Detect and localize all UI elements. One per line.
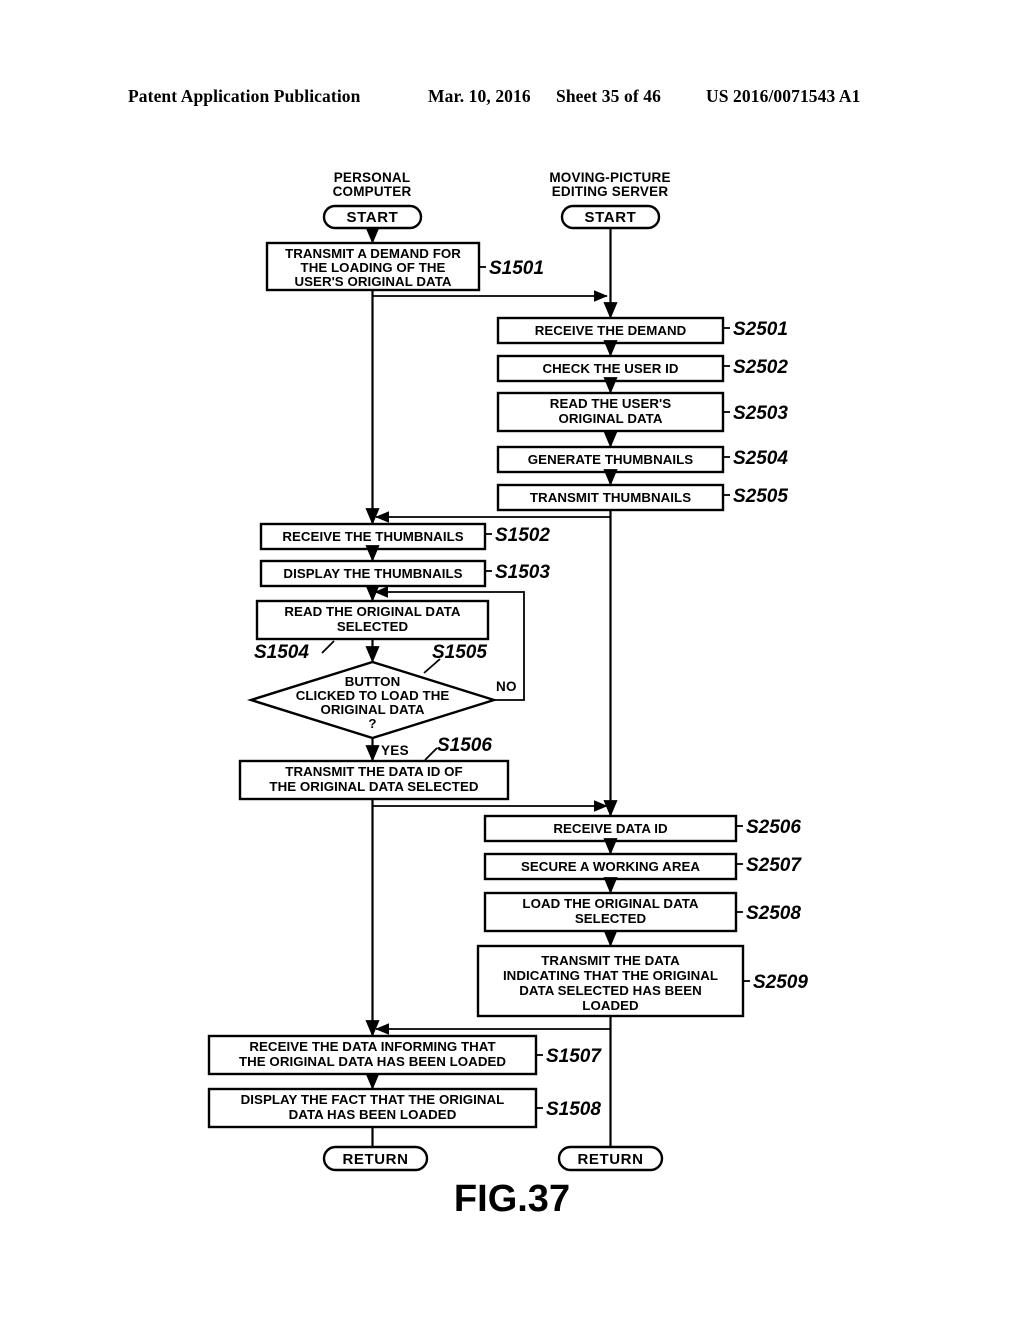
s1504-step-id: S1504: [254, 642, 309, 663]
server-lane-title-line1: MOVING-PICTURE: [549, 170, 670, 185]
s1503-line-1: DISPLAY THE THUMBNAILS: [283, 566, 462, 581]
s2506-step-id: S2506: [746, 817, 801, 838]
lane-title-personal-computer: PERSONAL COMPUTER: [333, 170, 412, 199]
pc-lane-title-line1: PERSONAL: [334, 170, 411, 185]
s1504-line-2: SELECTED: [337, 619, 409, 634]
s1508-line-2: DATA HAS BEEN LOADED: [289, 1107, 457, 1122]
server-step-s2507: SECURE A WORKING AREA S2507: [483, 852, 802, 881]
server-lane-title-line2: EDITING SERVER: [552, 184, 669, 199]
s2502-line-1: CHECK THE USER ID: [542, 361, 678, 376]
s1504-leader: [321, 640, 335, 654]
server-step-s2505: TRANSMIT THUMBNAILS S2505: [496, 483, 788, 512]
s2509-line-3: DATA SELECTED HAS BEEN: [519, 983, 702, 998]
server-step-s2503: READ THE USER'S ORIGINAL DATA S2503: [496, 391, 788, 433]
pc-return-terminator: RETURN: [322, 1145, 429, 1172]
s1508-step-id: S1508: [546, 1099, 601, 1120]
s2509-line-1: TRANSMIT THE DATA: [541, 953, 680, 968]
s1506-leader: [424, 747, 438, 761]
s2504-step-id: S2504: [733, 448, 788, 469]
s1505-line-3: ORIGINAL DATA: [320, 702, 424, 717]
s1501-step-id: S1501: [489, 258, 544, 279]
s1505-line-2: CLICKED TO LOAD THE: [296, 688, 450, 703]
s2501-step-id: S2501: [733, 319, 788, 340]
pc-start-label: START: [347, 209, 399, 226]
s2503-line-1: READ THE USER'S: [550, 396, 671, 411]
s1508-line-1: DISPLAY THE FACT THAT THE ORIGINAL: [241, 1092, 505, 1107]
s2505-step-id: S2505: [733, 486, 788, 507]
pc-start-terminator: START: [322, 204, 423, 230]
s2508-step-id: S2508: [746, 903, 801, 924]
s1501-line-2: THE LOADING OF THE: [301, 260, 446, 275]
s2506-line-1: RECEIVE DATA ID: [553, 821, 668, 836]
s2509-step-id: S2509: [753, 972, 808, 993]
pc-step-s1503: DISPLAY THE THUMBNAILS S1503: [259, 559, 550, 588]
server-step-s2504: GENERATE THUMBNAILS S2504: [496, 445, 788, 474]
server-return-label: RETURN: [577, 1151, 643, 1168]
server-step-s2506: RECEIVE DATA ID S2506: [483, 814, 801, 843]
s2508-line-2: SELECTED: [575, 911, 647, 926]
s1502-step-id: S1502: [495, 525, 550, 546]
s2505-line-1: TRANSMIT THUMBNAILS: [530, 490, 691, 505]
s2507-step-id: S2507: [746, 855, 802, 876]
pc-step-s1506: TRANSMIT THE DATA ID OF THE ORIGINAL DAT…: [238, 735, 510, 801]
s1507-line-2: THE ORIGINAL DATA HAS BEEN LOADED: [239, 1054, 506, 1069]
server-start-terminator: START: [560, 204, 661, 230]
s1507-step-id: S1507: [546, 1046, 602, 1067]
pc-step-s1508: DISPLAY THE FACT THAT THE ORIGINAL DATA …: [207, 1087, 601, 1129]
s2502-step-id: S2502: [733, 357, 788, 378]
s2503-step-id: S2503: [733, 403, 788, 424]
pc-lane-title-line2: COMPUTER: [333, 184, 412, 199]
server-start-label: START: [585, 209, 637, 226]
s1502-line-1: RECEIVE THE THUMBNAILS: [282, 529, 463, 544]
s2509-line-4: LOADED: [582, 998, 639, 1013]
server-step-s2502: CHECK THE USER ID S2502: [496, 354, 788, 383]
s1507-line-1: RECEIVE THE DATA INFORMING THAT: [249, 1039, 495, 1054]
s1504-line-1: READ THE ORIGINAL DATA: [284, 604, 461, 619]
s1506-line-1: TRANSMIT THE DATA ID OF: [285, 764, 462, 779]
server-step-s2509: TRANSMIT THE DATA INDICATING THAT THE OR…: [476, 944, 808, 1018]
pc-step-s1501: TRANSMIT A DEMAND FOR THE LOADING OF THE…: [265, 241, 544, 292]
s1505-step-id: S1505: [432, 642, 487, 663]
pc-step-s1507: RECEIVE THE DATA INFORMING THAT THE ORIG…: [207, 1034, 602, 1076]
s1501-line-1: TRANSMIT A DEMAND FOR: [285, 246, 461, 261]
s1506-line-2: THE ORIGINAL DATA SELECTED: [269, 779, 478, 794]
s2501-line-1: RECEIVE THE DEMAND: [535, 323, 687, 338]
s2509-line-2: INDICATING THAT THE ORIGINAL: [503, 968, 718, 983]
s2503-line-2: ORIGINAL DATA: [558, 411, 662, 426]
decision-no-label: NO: [496, 679, 517, 694]
s2507-line-1: SECURE A WORKING AREA: [521, 859, 700, 874]
lane-title-editing-server: MOVING-PICTURE EDITING SERVER: [549, 170, 670, 199]
patent-page: Patent Application Publication Mar. 10, …: [0, 0, 1024, 1320]
figure-caption: FIG.37: [453, 1178, 571, 1220]
s1506-step-id: S1506: [437, 735, 492, 756]
s1505-line-4: ?: [368, 716, 376, 731]
s1503-step-id: S1503: [495, 562, 550, 583]
server-step-s2501: RECEIVE THE DEMAND S2501: [496, 316, 788, 345]
s1505-line-1: BUTTON: [345, 674, 400, 689]
s1501-line-3: USER'S ORIGINAL DATA: [294, 274, 451, 289]
server-step-s2508: LOAD THE ORIGINAL DATA SELECTED S2508: [483, 891, 801, 933]
s2504-line-1: GENERATE THUMBNAILS: [528, 452, 694, 467]
pc-return-label: RETURN: [342, 1151, 408, 1168]
decision-yes-label: YES: [381, 743, 409, 758]
flowchart-diagram: PERSONAL COMPUTER MOVING-PICTURE EDITING…: [207, 170, 808, 1172]
pc-step-s1502: RECEIVE THE THUMBNAILS S1502: [259, 522, 550, 551]
server-return-terminator: RETURN: [557, 1145, 664, 1172]
s2508-line-1: LOAD THE ORIGINAL DATA: [522, 896, 699, 911]
